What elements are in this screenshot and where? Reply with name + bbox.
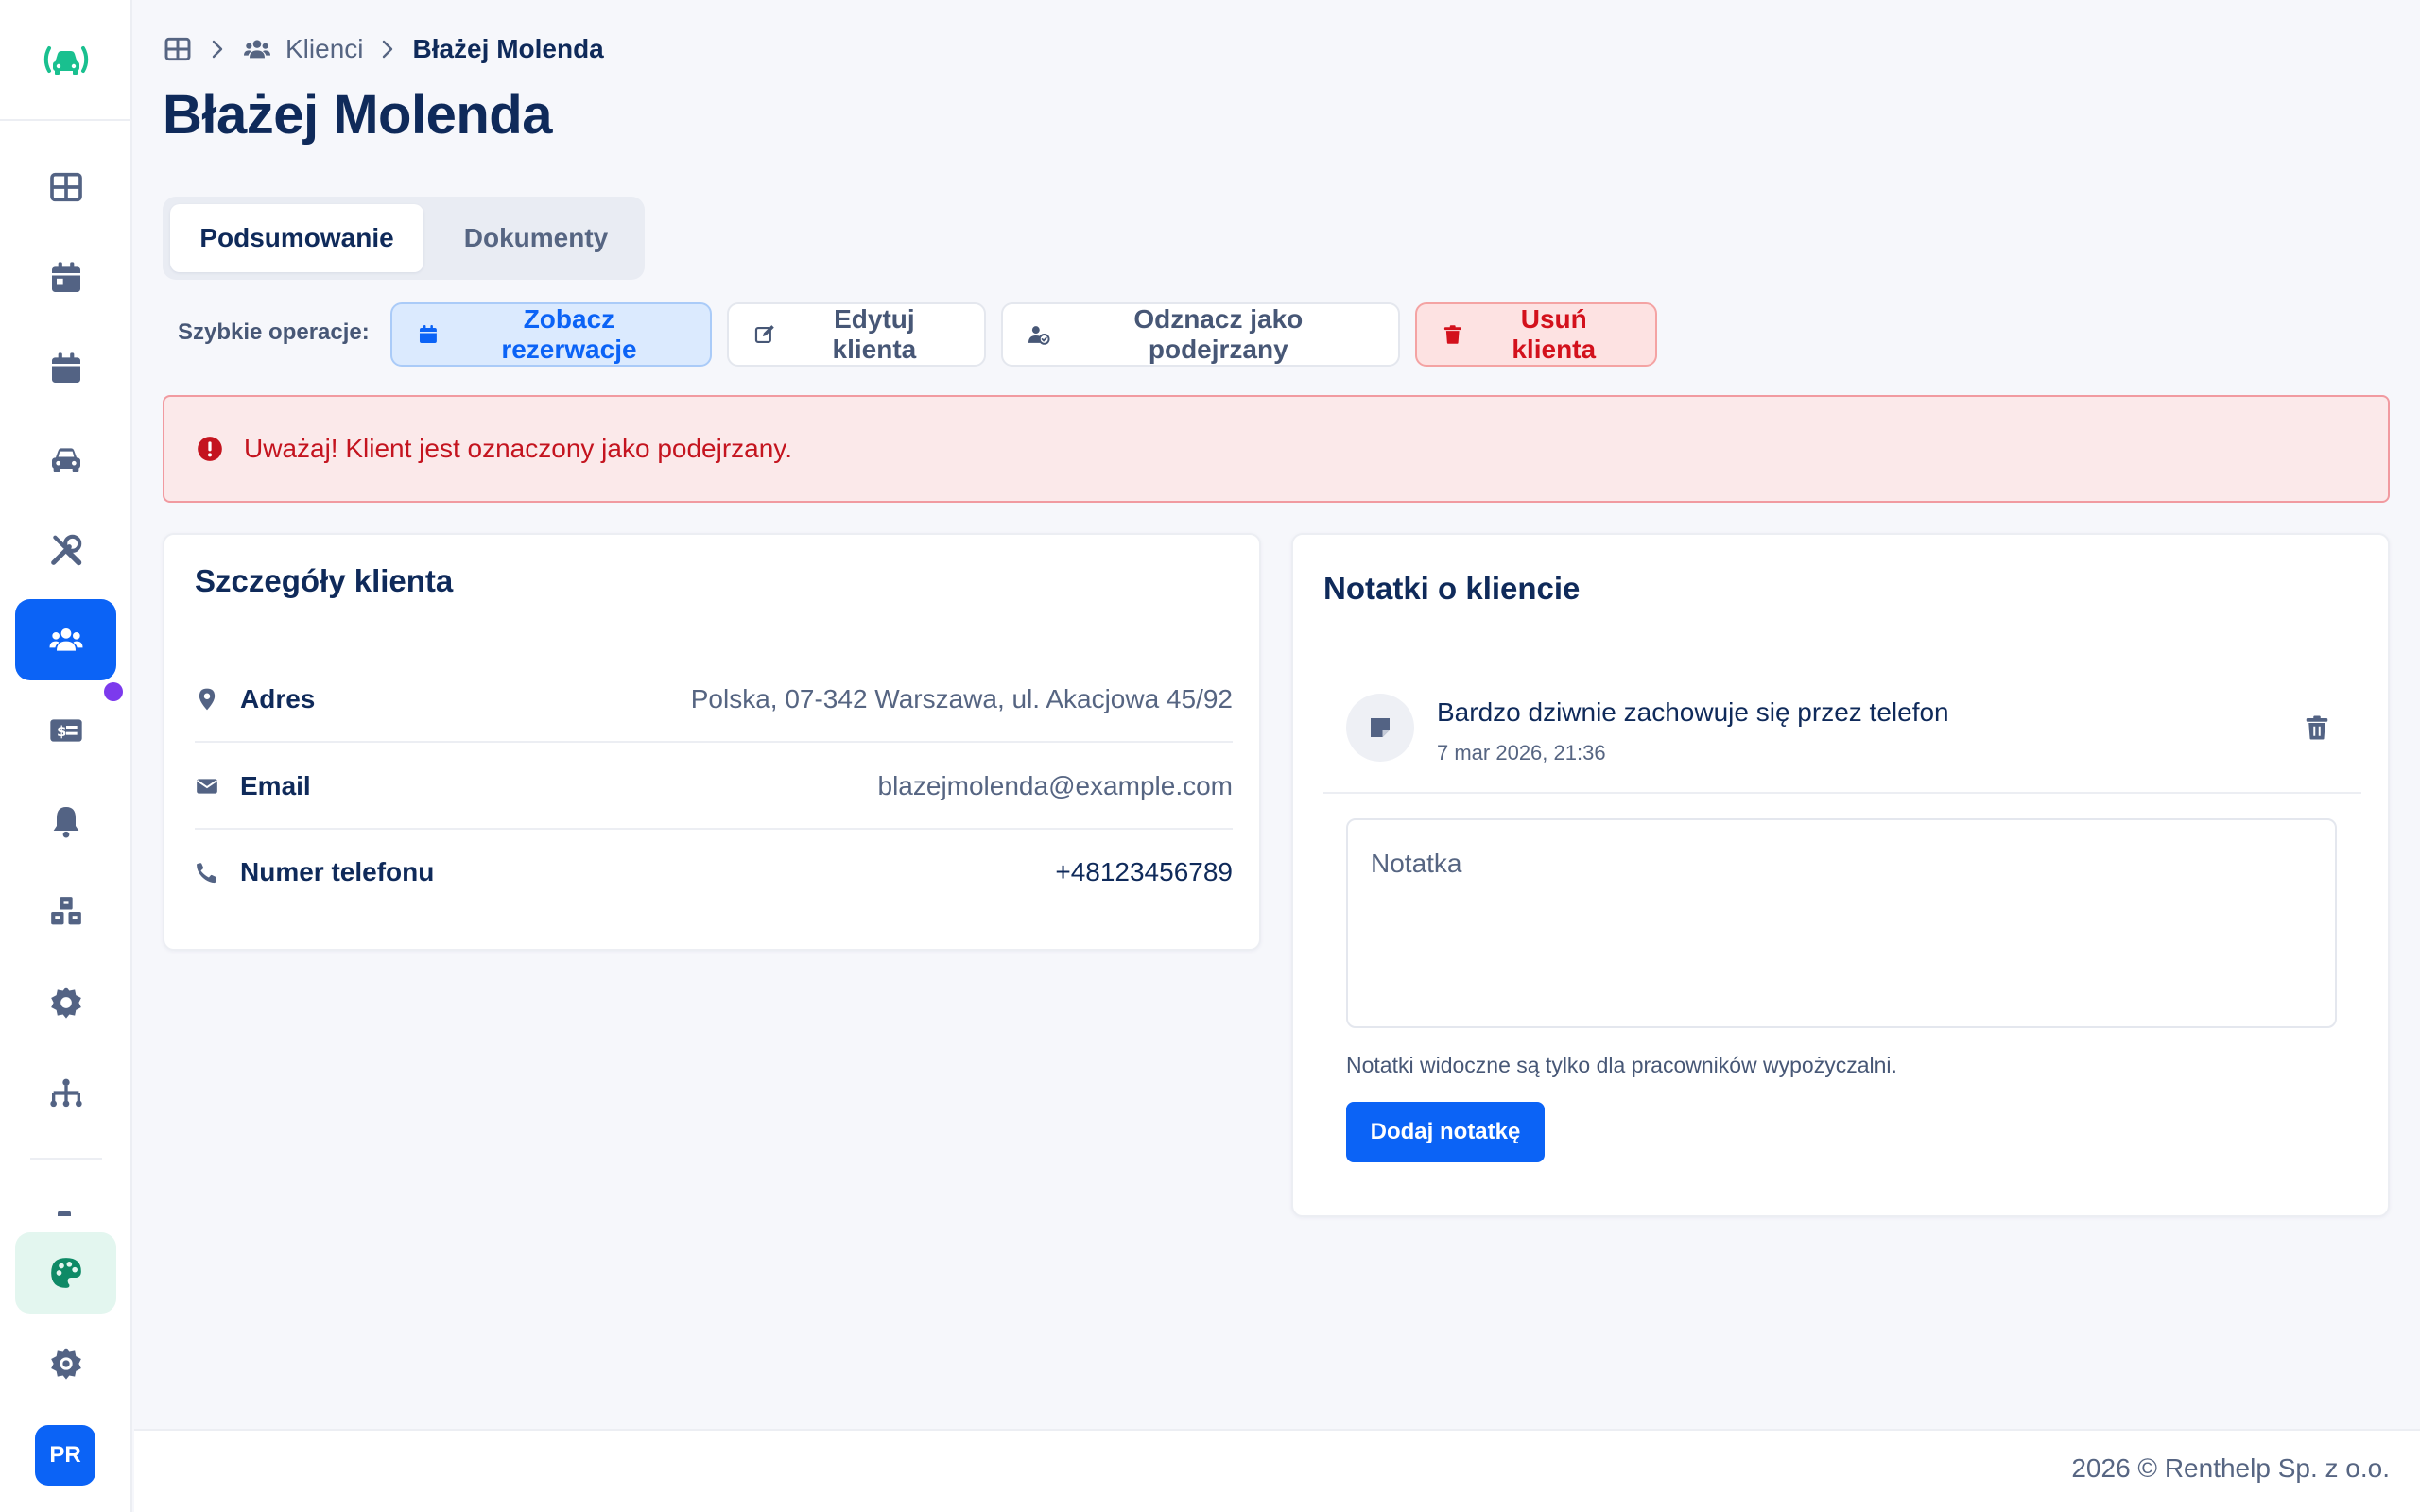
delete-client-button[interactable]: Usuń klienta (1415, 302, 1657, 367)
note-avatar (1346, 694, 1414, 762)
scroll-hint (58, 1211, 71, 1216)
detail-row-phone: Numer telefonu +48123456789 (195, 830, 1233, 915)
breadcrumb-current: Błażej Molenda (412, 34, 604, 63)
nav-account-settings[interactable] (15, 1323, 116, 1404)
nav-clients[interactable] (15, 599, 116, 680)
dashboard-icon (49, 172, 82, 202)
delete-client-label: Usuń klienta (1512, 304, 1597, 364)
page-title: Błażej Molenda (163, 84, 552, 146)
nav-payments[interactable]: $ (15, 690, 116, 771)
sitemap-icon (49, 1078, 82, 1108)
dashboard-icon[interactable] (163, 34, 193, 64)
users-icon (244, 40, 270, 59)
notes-hint: Notatki widoczne są tylko dla pracownikó… (1346, 1053, 1897, 1077)
note-text: Bardzo dziwnie zachowuje się przez telef… (1437, 697, 1949, 727)
detail-value-phone[interactable]: +48123456789 (1055, 857, 1233, 887)
nav-extras[interactable] (15, 871, 116, 953)
detail-value-address: Polska, 07-342 Warszawa, ul. Akacjowa 45… (690, 684, 1233, 713)
app-logo[interactable] (0, 0, 132, 121)
client-notes-title: Notatki o kliencie (1323, 571, 1581, 606)
svg-text:$: $ (57, 723, 66, 740)
nav-service[interactable] (15, 509, 116, 591)
tab-summary[interactable]: Podsumowanie (170, 204, 424, 272)
nav-dashboard[interactable] (15, 146, 116, 228)
nav-theme[interactable] (15, 1232, 116, 1314)
view-reservations-button[interactable]: Zobacz rezerwacje (390, 302, 712, 367)
bell-icon (53, 807, 78, 838)
palette-icon (50, 1258, 81, 1288)
detail-value-email[interactable]: blazejmolenda@example.com (878, 771, 1234, 801)
nav-integrations[interactable] (15, 1053, 116, 1134)
cubes-icon (50, 897, 81, 925)
detail-row-address: Adres Polska, 07-342 Warszawa, ul. Akacj… (195, 658, 1233, 743)
nav-calendar-day[interactable] (15, 237, 116, 318)
detail-label-email: Email (240, 771, 311, 800)
delete-note-icon[interactable] (2303, 713, 2331, 743)
client-details-card: Szczegóły klienta Adres Polska, 07-342 W… (163, 533, 1261, 951)
calendar-icon (51, 352, 80, 383)
money-card-icon: $ (49, 719, 82, 742)
exclamation-circle-icon (198, 437, 222, 461)
tab-documents[interactable]: Dokumenty (435, 204, 637, 272)
gear-icon (50, 987, 81, 1019)
nav-settings[interactable] (15, 962, 116, 1043)
tools-icon (50, 534, 81, 566)
edit-client-label: Edytuj klienta (832, 304, 917, 364)
add-note-button[interactable]: Dodaj notatkę (1346, 1102, 1545, 1162)
user-avatar[interactable]: PR (35, 1425, 95, 1486)
detail-label-phone: Numer telefonu (240, 857, 435, 886)
cog-icon (50, 1348, 81, 1380)
unmark-suspicious-button[interactable]: Odznacz jako podejrzany (1001, 302, 1400, 367)
client-notes-card: Notatki o kliencie Bardzo dziwnie zachow… (1291, 533, 2390, 1217)
note-textarea[interactable] (1346, 818, 2337, 1028)
trash-icon (1443, 325, 1461, 344)
calendar-icon (419, 325, 437, 343)
sidebar-divider (30, 1158, 102, 1160)
client-details-title: Szczegóły klienta (195, 563, 454, 598)
car-sync-logo-icon (43, 46, 89, 75)
chevron-right-icon (383, 40, 393, 59)
note-date: 7 mar 2026, 21:36 (1437, 741, 1606, 765)
envelope-icon (197, 779, 217, 794)
edit-icon (754, 325, 774, 344)
footer-copyright: 2026 © Renthelp Sp. z o.o. (2071, 1453, 2390, 1483)
edit-client-button[interactable]: Edytuj klienta (727, 302, 986, 367)
detail-row-email: Email blazejmolenda@example.com (195, 745, 1233, 830)
nav-cars[interactable] (15, 419, 116, 500)
calendar-day-icon (51, 262, 80, 292)
phone-icon (197, 863, 216, 884)
breadcrumb-clients-link[interactable]: Klienci (285, 34, 363, 64)
nav-notifications[interactable] (15, 781, 116, 862)
suspicious-alert: Uważaj! Klient jest oznaczony jako podej… (163, 395, 2390, 503)
chevron-right-icon (212, 40, 223, 59)
quick-actions-label: Szybkie operacje: (178, 319, 370, 345)
alert-message: Uważaj! Klient jest oznaczony jako podej… (244, 434, 793, 463)
user-check-icon (1028, 326, 1050, 345)
map-pin-icon (199, 688, 216, 711)
sidebar: $ PR (0, 0, 132, 1512)
car-icon (51, 448, 80, 472)
tab-bar: Podsumowanie Dokumenty (163, 197, 645, 280)
view-reservations-label: Zobacz rezerwacje (501, 304, 637, 364)
detail-label-address: Adres (240, 684, 316, 713)
unmark-suspicious-label: Odznacz jako podejrzany (1133, 304, 1304, 364)
footer: 2026 © Renthelp Sp. z o.o. (134, 1429, 2420, 1512)
users-icon (49, 628, 82, 651)
nav-calendar[interactable] (15, 328, 116, 409)
breadcrumb: Klienci Błażej Molenda (163, 30, 604, 68)
sticky-note-icon (1371, 718, 1390, 737)
note-item: Bardzo dziwnie zachowuje się przez telef… (1323, 646, 2361, 794)
